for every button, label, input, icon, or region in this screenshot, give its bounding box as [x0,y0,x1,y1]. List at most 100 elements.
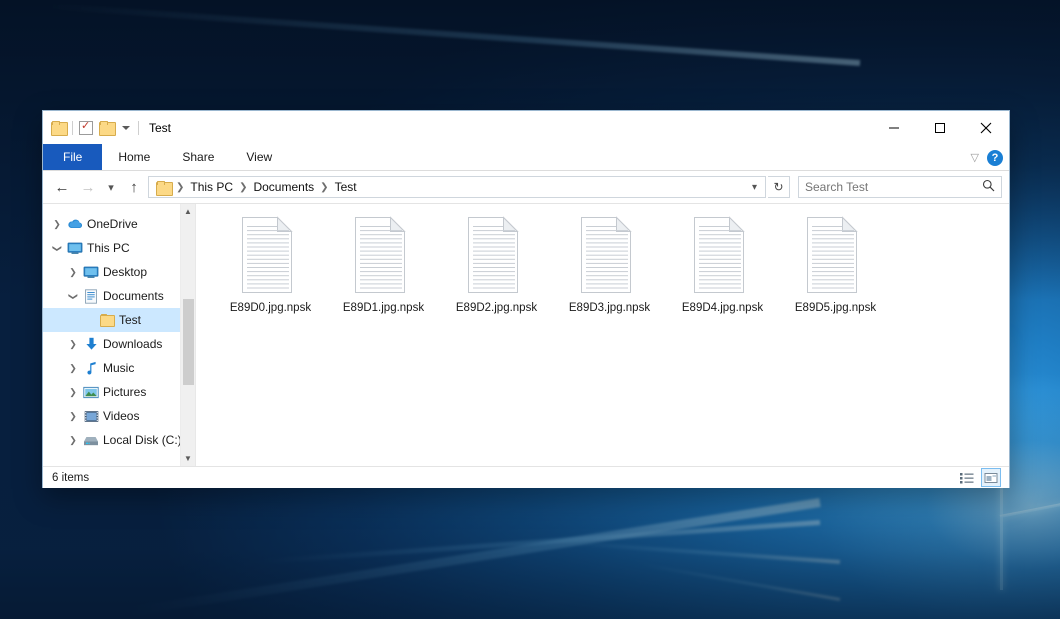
sidebar-item-documents[interactable]: ❯Documents [43,284,195,308]
title-bar: Test [43,111,1009,144]
video-icon [84,410,99,423]
folder-icon [97,314,117,327]
chevron-collapsed-icon[interactable]: ❯ [49,219,65,230]
back-button[interactable]: ← [50,175,74,199]
cloud-icon [67,218,83,230]
sidebar-item-label: This PC [87,241,130,255]
sidebar-item-label: Videos [103,409,139,423]
quick-access-toolbar [51,121,139,135]
sidebar-item-label: OneDrive [87,217,138,231]
help-icon[interactable]: ? [987,150,1003,166]
monitor-icon [65,242,85,255]
refresh-button[interactable]: ↻ [768,176,790,198]
tree-spacer: ❯ [81,315,97,326]
large-icons-view-icon[interactable] [981,468,1001,487]
item-count-label: 6 items [52,472,89,484]
folder-icon [156,181,171,194]
drive-icon [81,434,101,447]
scroll-down-icon[interactable]: ▼ [181,451,196,466]
sidebar-item-label: Desktop [103,265,147,279]
folder-icon[interactable] [51,121,66,134]
tab-share[interactable]: Share [166,144,230,170]
toolbar-divider [72,121,73,135]
tab-file[interactable]: File [43,144,102,170]
chevron-collapsed-icon[interactable]: ❯ [65,267,81,278]
sidebar-item-this-pc[interactable]: ❯ This PC [43,236,195,260]
sidebar-item-local-disk-c[interactable]: ❯Local Disk (C:) [43,428,195,452]
breadcrumb-separator: ❯ [239,182,247,193]
download-icon [84,337,99,351]
breadcrumb-separator: ❯ [176,182,184,193]
breadcrumb[interactable]: ❯ This PC ❯ Documents ❯ Test ▾ [148,176,766,198]
sidebar-item-label: Music [103,361,134,375]
up-button[interactable]: ↑ [122,175,146,199]
recent-locations-button[interactable]: ▾ [102,175,120,199]
sidebar-scrollbar[interactable]: ▲ ▼ [180,204,195,466]
file-item[interactable]: E89D5.jpg.npsk [779,216,892,314]
search-placeholder: Search Test [805,180,982,194]
chevron-expanded-icon[interactable]: ❯ [52,240,63,256]
file-explorer-window: Test File Home Share View ▽ ? ← → ▾ ↑ [42,110,1010,488]
sidebar-item-label: Downloads [103,337,162,351]
chevron-collapsed-icon[interactable]: ❯ [65,387,81,398]
scrollbar-track[interactable] [181,219,196,451]
generic-document-icon [691,216,754,296]
file-item[interactable]: E89D0.jpg.npsk [214,216,327,314]
window-body: ❯OneDrive❯This PC❯Desktop❯Documents❯Test… [43,203,1009,466]
chevron-collapsed-icon[interactable]: ❯ [65,435,81,446]
chevron-down-icon[interactable]: ▾ [748,182,761,193]
new-folder-icon[interactable] [99,121,114,134]
close-button[interactable] [963,111,1009,144]
sidebar-item-onedrive[interactable]: ❯ OneDrive [43,212,195,236]
monitor-icon [67,242,83,255]
search-icon[interactable] [982,179,995,195]
window-title: Test [149,121,171,135]
forward-button[interactable]: → [76,175,100,199]
file-name-label: E89D3.jpg.npsk [569,302,650,314]
file-item[interactable]: E89D4.jpg.npsk [666,216,779,314]
file-name-label: E89D1.jpg.npsk [343,302,424,314]
window-controls [871,111,1009,144]
breadcrumb-item-this-pc[interactable]: This PC [186,180,237,194]
chevron-collapsed-icon[interactable]: ❯ [65,339,81,350]
file-item[interactable]: E89D2.jpg.npsk [440,216,553,314]
sidebar-item-label: Test [119,313,141,327]
maximize-button[interactable] [917,111,963,144]
toolbar-divider [138,121,139,135]
picture-icon [83,386,99,399]
cloud-icon [65,218,85,230]
generic-document-icon [352,216,415,296]
scroll-up-icon[interactable]: ▲ [181,204,196,219]
download-icon [81,337,101,351]
sidebar-item-downloads[interactable]: ❯ Downloads [43,332,195,356]
chevron-down-icon[interactable] [122,126,130,130]
sidebar-item-videos[interactable]: ❯ Videos [43,404,195,428]
sidebar-item-pictures[interactable]: ❯Pictures [43,380,195,404]
file-item[interactable]: E89D1.jpg.npsk [327,216,440,314]
properties-icon[interactable] [79,121,93,135]
chevron-collapsed-icon[interactable]: ❯ [65,363,81,374]
minimize-button[interactable] [871,111,917,144]
navigation-pane: ❯OneDrive❯This PC❯Desktop❯Documents❯Test… [43,204,195,466]
sidebar-item-desktop[interactable]: ❯ Desktop [43,260,195,284]
details-view-icon[interactable] [957,468,977,487]
file-list-pane[interactable]: E89D0.jpg.npsk E89D1.jpg.npsk E89D2.jpg.np… [195,204,1009,466]
chevron-collapsed-icon[interactable]: ❯ [65,411,81,422]
scrollbar-thumb[interactable] [183,299,194,385]
chevron-expanded-icon[interactable]: ❯ [68,288,79,304]
sidebar-item-music[interactable]: ❯ Music [43,356,195,380]
generic-document-icon [804,216,867,296]
chevron-down-icon[interactable]: ▽ [971,151,979,164]
file-item[interactable]: E89D3.jpg.npsk [553,216,666,314]
generic-document-icon [578,216,641,296]
ribbon-right-controls: ▽ ? [971,144,1003,171]
generic-document-icon [465,216,528,296]
tab-home[interactable]: Home [102,144,166,170]
sidebar-item-test[interactable]: ❯ Test [43,308,195,332]
tab-view[interactable]: View [230,144,288,170]
breadcrumb-item-documents[interactable]: Documents [249,180,318,194]
ribbon-tab-strip: File Home Share View ▽ ? [43,144,1009,171]
folder-icon [100,314,115,327]
search-input[interactable]: Search Test [798,176,1002,198]
breadcrumb-item-test[interactable]: Test [331,180,361,194]
